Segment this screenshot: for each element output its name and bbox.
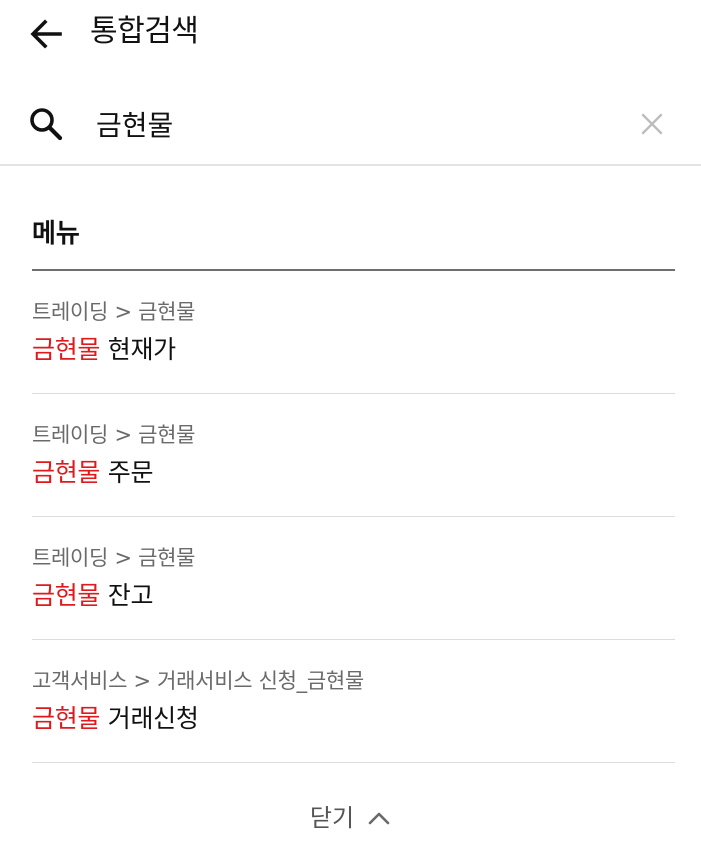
result-title: 금현물 현재가 [32, 333, 176, 367]
result-highlight: 금현물 [32, 704, 101, 733]
search-input[interactable] [96, 102, 596, 146]
search-bar [0, 88, 701, 166]
list-item[interactable]: 트레이딩 > 금현물 금현물 주문 [32, 394, 675, 517]
result-rest: 잔고 [100, 581, 154, 610]
section-title: 메뉴 [32, 219, 80, 249]
result-title: 금현물 주문 [32, 456, 153, 490]
arrow-left-icon [30, 19, 62, 49]
result-title: 금현물 잔고 [32, 579, 153, 613]
search-icon [30, 108, 63, 141]
app-header: 통합검색 [0, 0, 701, 66]
list-item[interactable]: 고객서비스 > 거래서비스 신청_금현물 금현물 거래신청 [32, 640, 675, 763]
result-rest: 현재가 [100, 335, 176, 364]
close-label: 닫기 [309, 804, 355, 832]
result-highlight: 금현물 [32, 335, 101, 364]
result-highlight: 금현물 [32, 458, 101, 487]
list-item[interactable]: 트레이딩 > 금현물 금현물 현재가 [32, 271, 675, 394]
result-path: 고객서비스 > 거래서비스 신청_금현물 [32, 669, 364, 693]
back-button[interactable] [26, 14, 66, 54]
chevron-up-icon [368, 812, 390, 825]
result-path: 트레이딩 > 금현물 [32, 300, 196, 324]
page-title: 통합검색 [90, 14, 199, 49]
close-button[interactable]: 닫기 [300, 798, 400, 838]
result-rest: 거래신청 [100, 704, 199, 733]
result-path: 트레이딩 > 금현물 [32, 546, 196, 570]
result-rest: 주문 [100, 458, 154, 487]
result-path: 트레이딩 > 금현물 [32, 423, 196, 447]
close-icon[interactable] [636, 108, 668, 140]
result-title: 금현물 거래신청 [32, 702, 199, 736]
list-item[interactable]: 트레이딩 > 금현물 금현물 잔고 [32, 517, 675, 640]
result-highlight: 금현물 [32, 581, 101, 610]
results-list: 트레이딩 > 금현물 금현물 현재가 트레이딩 > 금현물 금현물 주문 트레이… [32, 271, 675, 763]
